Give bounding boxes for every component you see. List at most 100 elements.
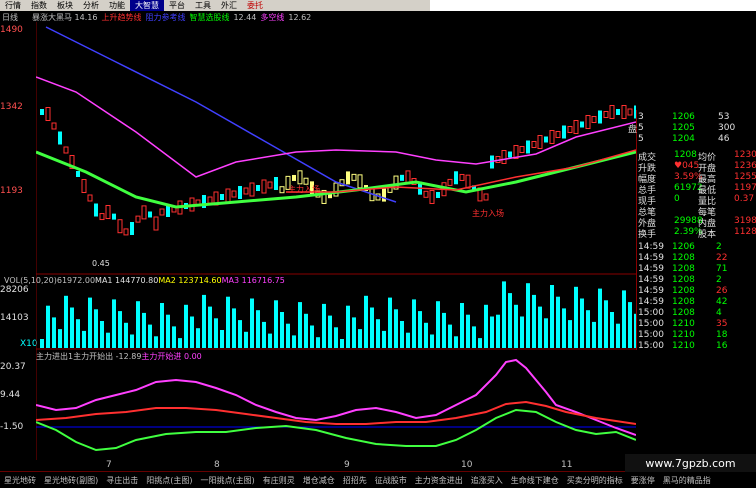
quote-vol: 300 — [718, 123, 736, 133]
quote-vol: 53 — [718, 112, 730, 122]
indicator-tab-3[interactable]: 阳挑点(主图) — [142, 475, 196, 486]
indicator-tab-7[interactable]: 招招先 — [339, 475, 371, 486]
tick-time: 14:59 — [638, 275, 664, 285]
stat-value-2: 1230 — [734, 150, 756, 160]
menu-item-6[interactable]: 平台 — [164, 0, 190, 11]
entry-annotation-2: 主力入场 — [472, 208, 504, 218]
volume-bar — [190, 316, 194, 348]
volume-bar — [286, 323, 290, 348]
volume-bar — [604, 300, 608, 348]
candle — [519, 146, 525, 153]
indicator-tab-0[interactable]: 星光地砖 — [0, 475, 40, 486]
volume-bar — [382, 330, 386, 348]
volume-bar — [616, 323, 620, 348]
indicator-tab-10[interactable]: 追涨买入 — [467, 475, 507, 486]
legend-item-1: 上升趋势线 — [101, 13, 142, 22]
indicator-chart[interactable] — [36, 350, 636, 460]
volume-bar — [394, 309, 398, 348]
entry-annotation-1: 主力入场 — [288, 184, 320, 194]
tick-vol: 16 — [716, 341, 728, 351]
period-label[interactable]: 日线 — [2, 12, 18, 23]
tick-vol: 71 — [716, 264, 728, 274]
indicator-tab-13[interactable]: 要涨停 — [627, 475, 659, 486]
volume-bar — [298, 302, 302, 348]
quote-panel: 3 1206 53 5 1205 300 5 1204 46 盘成交 1208 均价 1230 升跌 ♥04… — [628, 110, 756, 351]
indicator-tab-9[interactable]: 主力资金进出 — [411, 475, 467, 486]
stat-row: 外盘29988内盘31984 — [636, 216, 756, 229]
stat-row: 总笔 每笔 — [636, 205, 756, 218]
menu-item-7[interactable]: 工具 — [190, 0, 216, 11]
candle — [220, 194, 224, 200]
candle — [117, 219, 123, 234]
volume-bar — [244, 331, 248, 348]
volume-bar — [64, 295, 68, 348]
volume-bar — [574, 286, 578, 348]
volume-bar — [274, 300, 278, 348]
indicator-tab-6[interactable]: 增仓减仓 — [299, 475, 339, 486]
volume-bar — [442, 312, 446, 348]
tick-price: 1206 — [672, 242, 695, 252]
volume-bar — [610, 312, 614, 348]
indicator-tab-14[interactable]: 黑马的精品指 — [659, 475, 715, 486]
tick-vol: 2 — [716, 275, 722, 285]
volume-bar — [538, 306, 542, 348]
tick-time: 14:59 — [638, 297, 664, 307]
candle — [40, 109, 44, 115]
volume-bar — [160, 303, 164, 348]
legend-item-0: 暴涨大黑马 14.16 — [32, 13, 98, 22]
candle — [549, 130, 555, 144]
candle — [123, 228, 129, 236]
volume-bar — [106, 332, 110, 348]
kline-chart[interactable]: 0.45 主力入场 主力入场 — [36, 22, 636, 362]
volume-bar — [484, 304, 488, 348]
date-11: 11 — [561, 460, 573, 470]
vol-legend-item-2: MA1 144770.80 — [95, 276, 159, 285]
menu-item-8[interactable]: 外汇 — [216, 0, 242, 11]
volume-bar — [358, 329, 362, 348]
tick-row: 14:59 1206 2 — [636, 242, 756, 253]
candle — [231, 190, 237, 198]
menu-item-3[interactable]: 分析 — [78, 0, 104, 11]
indicator-tab-12[interactable]: 买卖分明的指标 — [563, 475, 627, 486]
menu-item-4[interactable]: 功能 — [104, 0, 130, 11]
tick-price: 1208 — [672, 308, 695, 318]
candle — [351, 173, 357, 181]
volume-bar — [136, 301, 140, 348]
indicator-tab-11[interactable]: 生命线下建仓 — [507, 475, 563, 486]
quote-row: 3 1206 53 — [636, 112, 756, 123]
tick-price: 1208 — [672, 297, 695, 307]
volume-bar — [124, 322, 128, 348]
vol-legend-item-0: VOL(5,10,20) — [4, 276, 57, 285]
candle — [99, 213, 105, 221]
indicator-tab-4[interactable]: 一阳挑点(主图) — [197, 475, 259, 486]
indicator-tab-5[interactable]: 有庄则灵 — [259, 475, 299, 486]
resistance-line — [45, 26, 397, 203]
tick-vol: 26 — [716, 286, 728, 296]
menu-item-5[interactable]: 大智慧 — [130, 0, 164, 11]
tick-vol: 18 — [716, 330, 728, 340]
volume-bar — [508, 293, 512, 348]
legend-item-2: 阻力参考线 — [145, 13, 186, 22]
ind-axis-mid: 9.44 — [0, 390, 21, 400]
candle — [274, 177, 278, 190]
indicator-tab-2[interactable]: 寻庄出击 — [102, 475, 142, 486]
candle — [141, 205, 147, 220]
stat-row: 总手 61972 最低 1197 — [636, 183, 756, 196]
candle — [81, 179, 87, 193]
indicator-tab-8[interactable]: 征战股市 — [371, 475, 411, 486]
volume-bar — [496, 314, 500, 348]
menu-item-2[interactable]: 板块 — [52, 0, 78, 11]
candle — [627, 108, 633, 116]
candle — [580, 121, 584, 128]
tick-vol: 42 — [716, 297, 728, 307]
quote-price: 1204 — [672, 134, 695, 144]
indicator-tab-1[interactable]: 星光地砖(副图) — [40, 475, 102, 486]
volume-bar — [592, 321, 596, 348]
candle — [243, 187, 249, 195]
indicator-lines — [36, 26, 636, 209]
volume-bar — [208, 306, 212, 348]
menu-item-1[interactable]: 指数 — [26, 0, 52, 11]
menu-item-9[interactable]: 委托 — [242, 0, 268, 11]
menu-item-0[interactable]: 行情 — [0, 0, 26, 11]
volume-bar — [352, 317, 356, 348]
